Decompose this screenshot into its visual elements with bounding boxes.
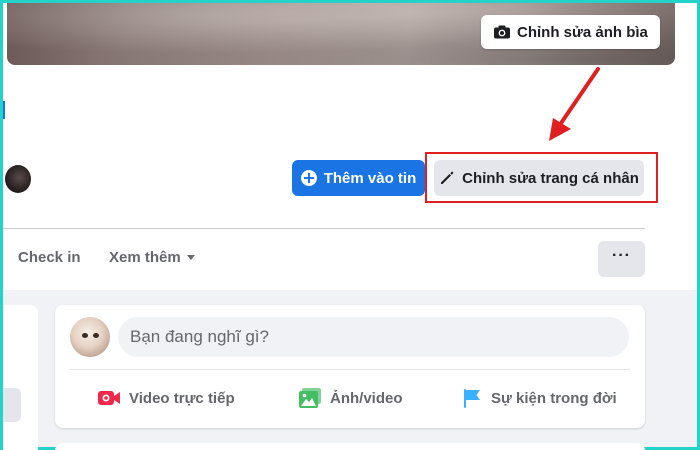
pencil-icon <box>441 171 454 184</box>
edit-cover-photo-label: Chỉnh sửa ảnh bìa <box>517 23 648 41</box>
live-video-icon <box>98 391 120 405</box>
caret-down-icon <box>186 255 195 260</box>
photo-icon <box>299 388 321 408</box>
post-composer: Bạn đang nghĩ gì? Video trực tiếp Ảnh/vi… <box>55 305 645 428</box>
add-to-story-button[interactable]: Thêm vào tin <box>292 160 425 196</box>
life-event-label: Sự kiện trong đời <box>491 389 617 407</box>
more-dots-icon: ··· <box>612 247 631 264</box>
tab-more-label: Xem thêm <box>109 249 181 266</box>
cover-photo[interactable]: Chỉnh sửa ảnh bìa <box>7 3 675 65</box>
life-event-button[interactable]: Sự kiện trong đời <box>461 385 617 411</box>
photo-video-label: Ảnh/video <box>330 389 403 407</box>
composer-placeholder: Bạn đang nghĩ gì? <box>130 327 269 346</box>
camera-icon <box>494 25 510 39</box>
live-video-button[interactable]: Video trực tiếp <box>97 385 235 411</box>
profile-header: Chỉnh sửa ảnh bìa Thêm vào tin Chỉnh sửa… <box>3 3 697 290</box>
left-edge-marker <box>3 101 5 119</box>
intro-card-button[interactable] <box>3 388 21 422</box>
header-divider <box>3 228 645 229</box>
live-video-label: Video trực tiếp <box>129 389 235 407</box>
next-post-card <box>55 443 645 450</box>
tab-checkin[interactable]: Check in <box>18 249 81 266</box>
composer-input[interactable]: Bạn đang nghĩ gì? <box>118 317 629 357</box>
tab-more[interactable]: Xem thêm <box>109 249 195 266</box>
edit-cover-photo-button[interactable]: Chỉnh sửa ảnh bìa <box>481 15 660 49</box>
edit-profile-button[interactable]: Chỉnh sửa trang cá nhân <box>434 160 644 196</box>
flag-icon <box>464 389 480 408</box>
composer-avatar[interactable] <box>70 317 110 357</box>
composer-divider <box>70 369 630 370</box>
annotation-arrow-icon <box>549 67 600 141</box>
intro-card <box>3 305 38 450</box>
edit-profile-label: Chỉnh sửa trang cá nhân <box>462 169 639 187</box>
profile-avatar[interactable] <box>3 163 33 195</box>
plus-circle-icon <box>300 170 317 186</box>
add-to-story-label: Thêm vào tin <box>323 169 417 187</box>
photo-video-button[interactable]: Ảnh/video <box>298 385 403 411</box>
more-options-button[interactable]: ··· <box>598 241 645 277</box>
